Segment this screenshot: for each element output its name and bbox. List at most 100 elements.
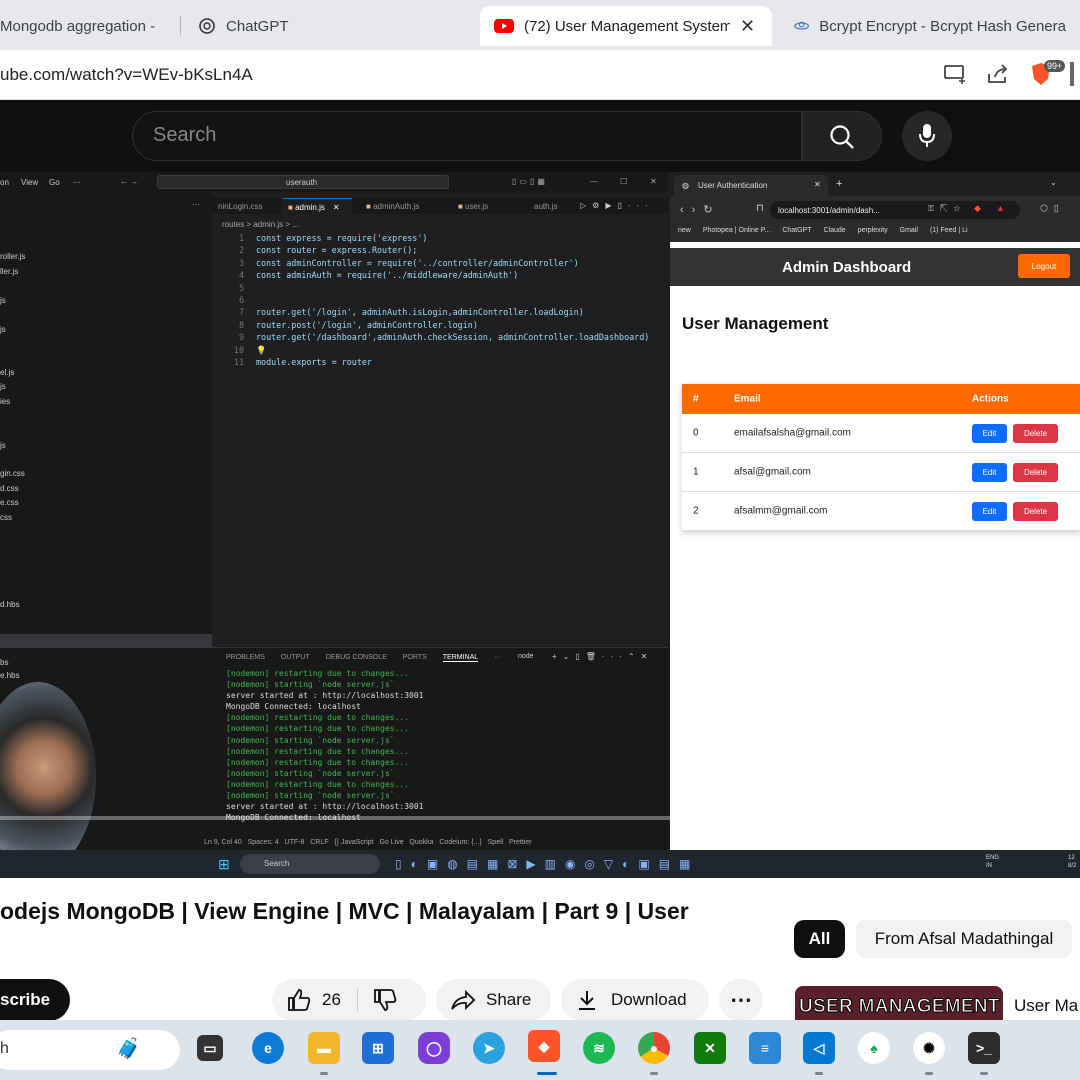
edit-button[interactable]: Edit	[972, 502, 1007, 521]
code-line[interactable]: 1 const express = require('express')	[222, 232, 662, 244]
search-input[interactable]: Search	[132, 111, 802, 161]
url-text[interactable]: ube.com/watch?v=WEv-bKsLn4A	[0, 65, 253, 85]
bookmark-item[interactable]: new	[678, 227, 691, 239]
code-line[interactable]: 9 router.get('/dashboard',adminAuth.check…	[222, 331, 662, 343]
close-icon[interactable]: ✕	[333, 203, 340, 212]
extension-icons[interactable]: ⬡▯	[1040, 203, 1065, 214]
vscode-icon[interactable]: ◁	[803, 1032, 835, 1064]
back-arrow-icon[interactable]: ← →	[120, 177, 138, 186]
browser-tab[interactable]: Mongodb aggregation -	[0, 6, 176, 46]
command-search[interactable]: userauth	[157, 175, 449, 189]
explorer-file[interactable]: gin.css	[0, 469, 25, 478]
menu-item[interactable]: ···	[73, 178, 81, 187]
explorer-file[interactable]: d.hbs	[0, 600, 20, 609]
panel-tab-ports[interactable]: PORTS	[403, 654, 427, 662]
code-line[interactable]: 11 module.exports = router	[222, 356, 662, 368]
explorer-file[interactable]: css	[0, 513, 12, 522]
video-player[interactable]: Search on View Go ··· ← → userauth ▯▭▯▦ …	[0, 100, 1080, 878]
delete-button[interactable]: Delete	[1013, 424, 1058, 443]
explorer-file[interactable]: bs	[0, 658, 8, 667]
minimize-icon[interactable]: —	[590, 177, 598, 186]
proton-icon[interactable]: ◯	[418, 1032, 450, 1064]
microsoft-store-icon[interactable]: ⊞	[362, 1032, 394, 1064]
editor-tab[interactable]: auth.js	[528, 198, 564, 214]
mongodb-compass-icon[interactable]: ♠	[858, 1032, 890, 1064]
code-line[interactable]: 3 const adminController = require('../con…	[222, 257, 662, 269]
edit-button[interactable]: Edit	[972, 424, 1007, 443]
delete-button[interactable]: Delete	[1013, 502, 1058, 521]
brave-browser-icon[interactable]: ◆	[528, 1030, 560, 1062]
explorer-file[interactable]: el.js	[0, 368, 14, 377]
suggested-video-title[interactable]: User Ma	[1014, 996, 1078, 1016]
terminal-output[interactable]: [nodemon] restarting due to changes... [n…	[226, 668, 423, 823]
url-action-icons[interactable]: ⚿⇱☆	[928, 204, 966, 214]
code-line[interactable]: 8 router.post('/login', adminController.l…	[222, 319, 662, 331]
search-button[interactable]	[802, 111, 882, 161]
explorer-file[interactable]: d.css	[0, 484, 19, 493]
logout-button[interactable]: Logout	[1018, 254, 1070, 278]
bookmark-item[interactable]: Gmail	[900, 227, 918, 239]
terminal-actions-icons[interactable]: +⌄▯🗑···⌃✕	[552, 652, 653, 661]
code-editor[interactable]: 1 const express = require('express') 2 cons…	[222, 232, 662, 368]
subscribe-button[interactable]: scribe	[0, 979, 70, 1021]
notepad-icon[interactable]: ≡	[749, 1032, 781, 1064]
browser-tab[interactable]: ChatGPT	[184, 6, 474, 46]
inner-url-text[interactable]: localhost:3001/admin/dash...	[778, 203, 918, 219]
maximize-icon[interactable]: ☐	[620, 177, 627, 186]
bookmark-item[interactable]: (1) Feed | Li	[930, 227, 968, 239]
xbox-icon[interactable]: ✕	[694, 1032, 726, 1064]
close-window-icon[interactable]: ✕	[650, 177, 657, 186]
delete-button[interactable]: Delete	[1013, 463, 1058, 482]
brave-rewards-icon[interactable]: ▲	[996, 203, 1005, 213]
share-button[interactable]: Share	[436, 979, 551, 1021]
panel-tab-more[interactable]: ···	[494, 654, 501, 662]
panel-tab-debug-console[interactable]: DEBUG CONSOLE	[326, 654, 387, 662]
more-actions-button[interactable]: ⋯	[719, 979, 763, 1021]
chrome-icon[interactable]: ●	[638, 1032, 670, 1064]
browser-tab-active[interactable]: (72) User Management System ✕	[480, 6, 772, 46]
panel-tab-output[interactable]: OUTPUT	[281, 654, 310, 662]
voice-search-button[interactable]	[902, 111, 952, 161]
code-line[interactable]: 6	[222, 294, 662, 306]
bookmark-item[interactable]: Claude	[824, 227, 846, 239]
chip-all[interactable]: All	[794, 920, 845, 958]
new-tab-icon[interactable]: +	[836, 178, 842, 190]
editor-tab[interactable]: ■ user.js	[452, 198, 494, 214]
explorer-file[interactable]: ller.js	[0, 267, 18, 276]
explorer-file[interactable]: js	[0, 325, 6, 334]
explorer-file[interactable]: e.css	[0, 498, 19, 507]
spotify-icon[interactable]: ≋	[583, 1032, 615, 1064]
explorer-file[interactable]: e.hbs	[0, 671, 20, 680]
editor-tab[interactable]: ■ adminAuth.js	[360, 198, 425, 214]
explorer-file[interactable]: ies	[0, 397, 10, 406]
close-icon[interactable]: ✕	[814, 180, 821, 189]
bookmark-item[interactable]: ChatGPT	[782, 227, 811, 239]
terminal-icon[interactable]: >_	[968, 1032, 1000, 1064]
code-line[interactable]: 7 router.get('/login', adminAuth.isLogin,…	[222, 306, 662, 318]
suggested-video-thumbnail[interactable]: USER MANAGEMENT	[795, 986, 1003, 1020]
chip-from-channel[interactable]: From Afsal Madathingal	[856, 920, 1072, 958]
explorer-file[interactable]: roller.js	[0, 252, 25, 261]
code-line[interactable]: 4 const adminAuth = require('../middlewar…	[222, 269, 662, 281]
edit-button[interactable]: Edit	[972, 463, 1007, 482]
menu-item[interactable]: View	[21, 178, 38, 187]
code-line[interactable]: 5	[222, 282, 662, 294]
file-explorer-icon[interactable]: ▬	[308, 1032, 340, 1064]
brave-shield-icon[interactable]: ◆	[974, 203, 981, 214]
explorer-file[interactable]: js	[0, 441, 6, 450]
bookmark-item[interactable]: Photopea | Online P...	[703, 227, 770, 239]
panel-tab-terminal[interactable]: TERMINAL	[442, 654, 479, 662]
cast-icon[interactable]	[944, 64, 966, 84]
edge-icon[interactable]: e	[252, 1032, 284, 1064]
share-page-icon[interactable]	[987, 64, 1009, 84]
inner-tab[interactable]: ◍ User Authentication ✕	[674, 175, 828, 196]
menu-item[interactable]: on	[0, 178, 9, 187]
code-line[interactable]: 10 💡	[222, 344, 662, 356]
taskbar-search[interactable]: h 🧳	[0, 1030, 180, 1070]
more-icon[interactable]: ···	[192, 200, 200, 209]
task-view-icon[interactable]: ▭	[197, 1035, 223, 1061]
chatgpt-app-icon[interactable]: ✺	[913, 1032, 945, 1064]
editor-tab-active[interactable]: ■ admin.js ✕	[282, 198, 352, 214]
panel-tab-problems[interactable]: PROBLEMS	[226, 654, 265, 662]
video-progress-bar[interactable]	[0, 816, 1080, 820]
